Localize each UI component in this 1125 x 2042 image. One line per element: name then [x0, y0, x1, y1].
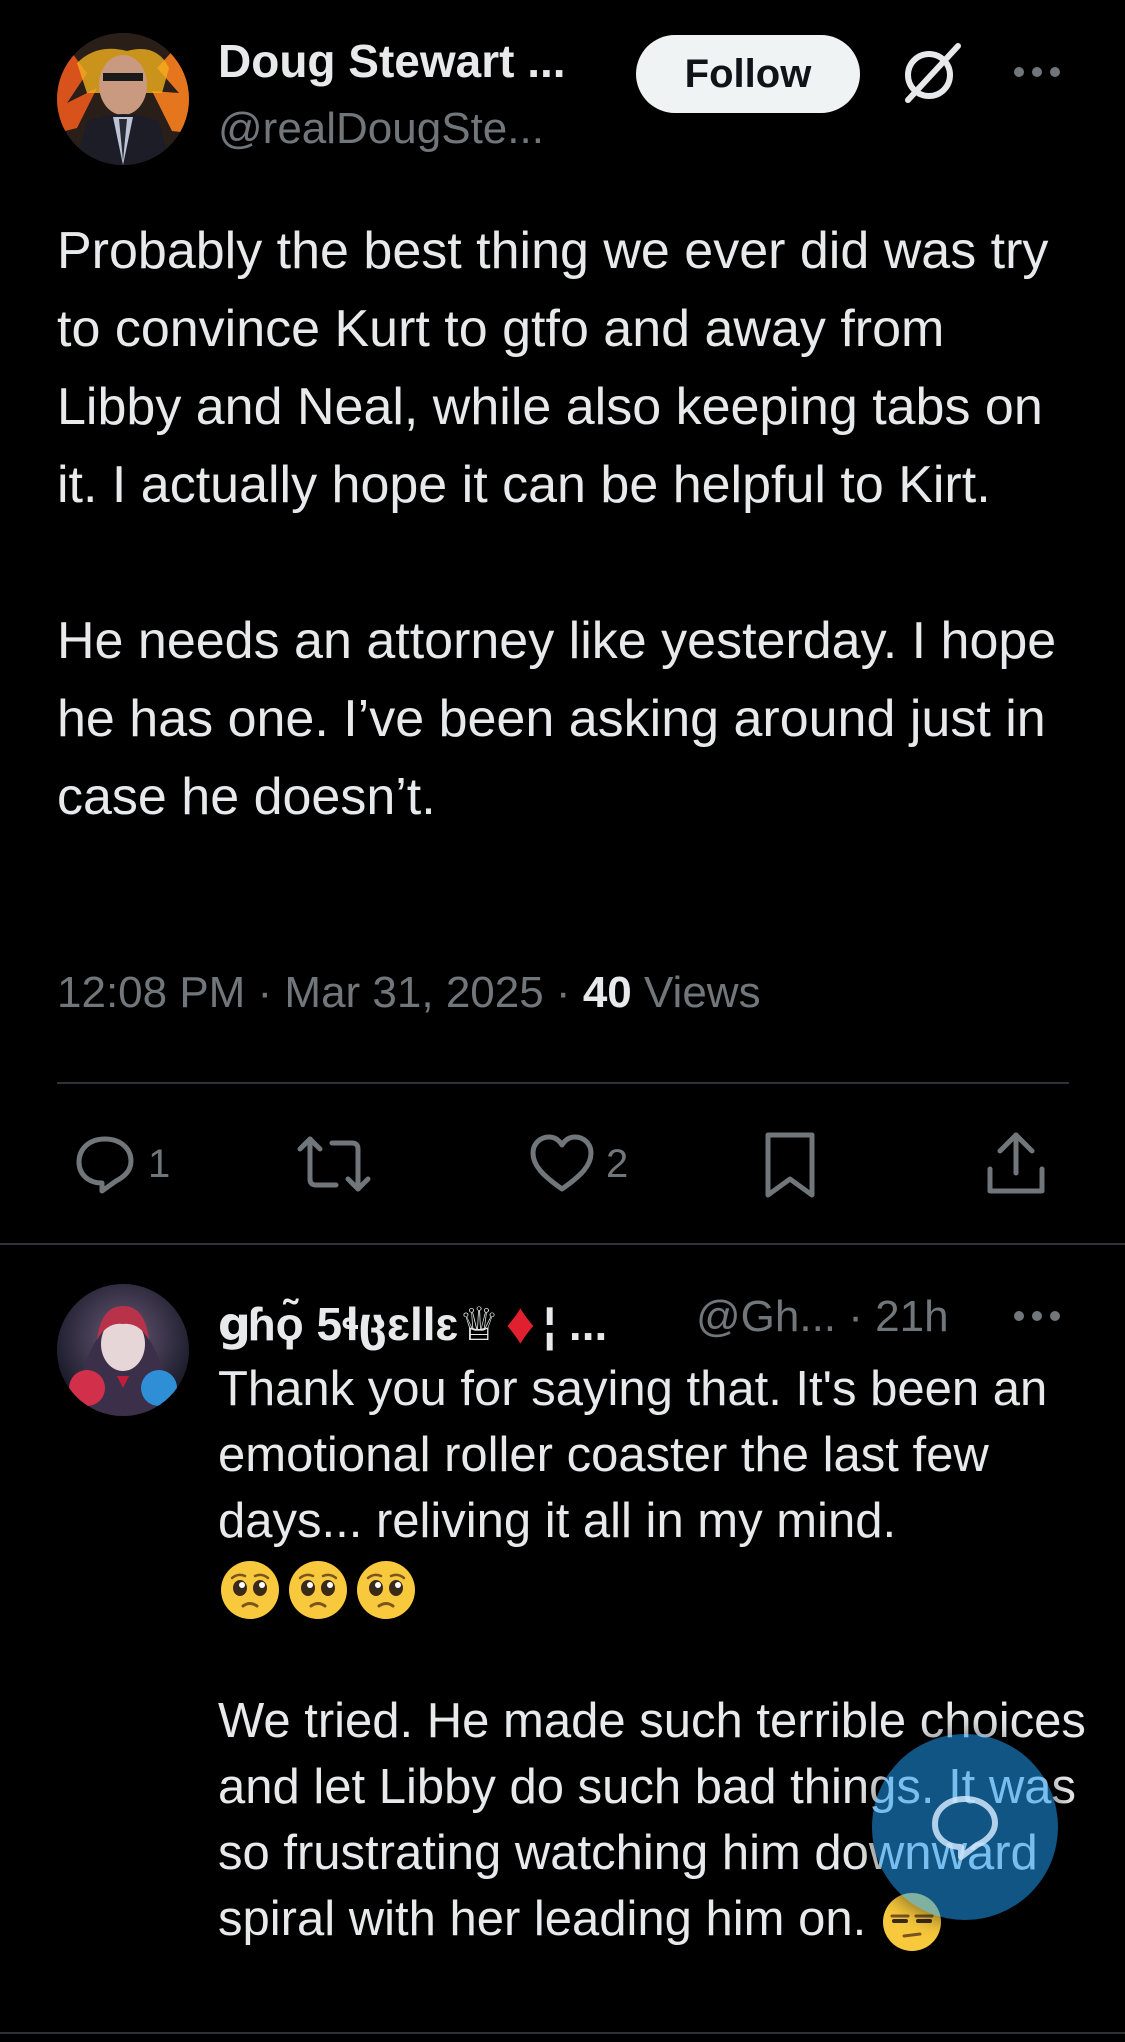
- reply-icon: [76, 1136, 134, 1194]
- reply-count: 1: [148, 1141, 171, 1186]
- reply-button[interactable]: 1: [72, 1131, 170, 1197]
- reply-author-name-text: ցɦϙ̃ 5ɬცɛllɛ♕: [218, 1297, 500, 1350]
- tweet-text: Probably the best thing we ever did was …: [57, 212, 1077, 836]
- tweet-header: Doug Stewart ... @realDougSte... Follow: [0, 0, 1125, 170]
- bookmark-icon: [765, 1132, 815, 1198]
- tweet-paragraph: He needs an attorney like yesterday. I h…: [57, 612, 1057, 826]
- reply-author-name-trail: ¦ ...: [543, 1297, 608, 1350]
- views-label: Views: [631, 968, 761, 1017]
- retweet-icon: [297, 1136, 371, 1192]
- tweet-timestamp[interactable]: 12:08 PM · Mar 31, 2025 ·: [57, 968, 583, 1017]
- retweet-button[interactable]: [296, 1131, 382, 1197]
- diamond-icon: ♦: [505, 1291, 536, 1356]
- like-count: 2: [606, 1141, 629, 1186]
- more-icon[interactable]: [1010, 58, 1064, 86]
- author-handle[interactable]: @realDougSte...: [218, 104, 544, 154]
- share-button[interactable]: [984, 1129, 1048, 1197]
- tweet-meta: 12:08 PM · Mar 31, 2025 · 40 Views: [57, 968, 761, 1018]
- pleading-face-emoji: [221, 1561, 279, 1620]
- divider: [0, 1243, 1125, 1245]
- like-button[interactable]: 2: [528, 1131, 628, 1197]
- more-icon[interactable]: [1010, 1302, 1064, 1330]
- compose-reply-button[interactable]: [872, 1734, 1058, 1920]
- pleading-face-emoji: [289, 1561, 347, 1620]
- like-icon: [530, 1134, 594, 1192]
- reply-paragraph-text: Thank you for saying that. It's been an …: [218, 1362, 1048, 1548]
- tweet-detail-page: Doug Stewart ... @realDougSte... Follow …: [0, 0, 1125, 2042]
- reply-paragraph: Thank you for saying that. It's been an …: [218, 1356, 1088, 1622]
- pleading-face-emoji: [357, 1561, 415, 1620]
- reply-author-name[interactable]: ցɦϙ̃ 5ɬცɛllɛ♕ ♦ ¦ ...: [218, 1290, 607, 1357]
- tweet-paragraph: Probably the best thing we ever did was …: [57, 222, 1049, 514]
- author-name[interactable]: Doug Stewart ...: [218, 34, 566, 88]
- share-icon: [987, 1132, 1045, 1194]
- bookmark-button[interactable]: [762, 1131, 818, 1201]
- emoji-row: [218, 1558, 418, 1622]
- follow-button[interactable]: Follow: [636, 35, 860, 113]
- reply-handle-time[interactable]: @Gh... · 21h: [696, 1292, 949, 1342]
- grok-icon[interactable]: [896, 38, 966, 108]
- tweet-actions: 1 2: [0, 1125, 1125, 1205]
- views-count[interactable]: 40: [583, 968, 632, 1017]
- bottom-divider: [0, 2032, 1125, 2034]
- author-avatar[interactable]: [57, 33, 189, 165]
- divider: [57, 1082, 1069, 1084]
- compose-reply-icon: [932, 1796, 998, 1860]
- reply-author-avatar[interactable]: [57, 1284, 189, 1416]
